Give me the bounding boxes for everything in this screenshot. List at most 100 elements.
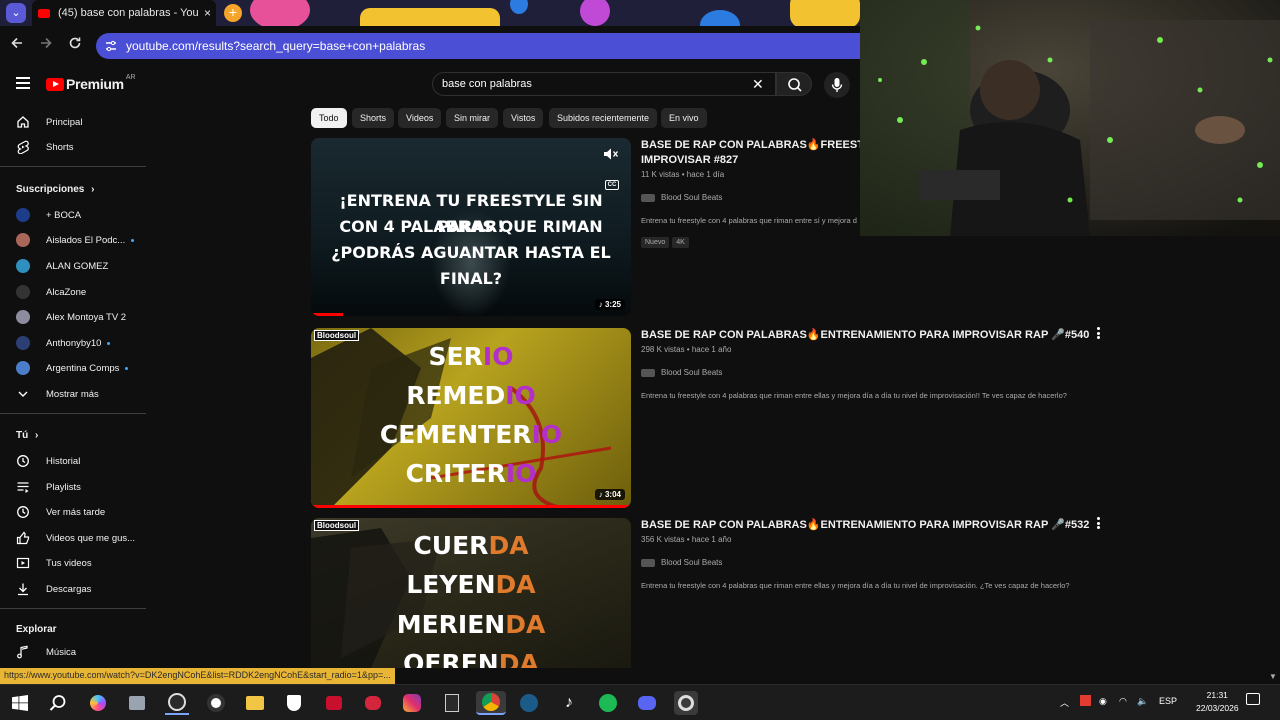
avatar [16, 208, 30, 222]
more-actions-icon[interactable] [1096, 517, 1100, 529]
music-icon [16, 645, 30, 659]
tab-close-button[interactable]: × [204, 6, 211, 20]
thumbnail-text-line: ¿PODRÁS AGUANTAR HASTA EL FINAL? [331, 243, 611, 288]
sidebar-item-subscription[interactable]: Alex Montoya TV 2 [0, 305, 146, 329]
video-title[interactable]: BASE DE RAP CON PALABRAS🔥FREESTYL IMPROVI… [641, 138, 860, 168]
sidebar-item-home[interactable]: Principal [0, 110, 146, 134]
sidebar-item-subscription[interactable]: Aislados El Podc... [0, 228, 146, 252]
copilot-app[interactable] [86, 691, 110, 715]
volume-icon[interactable]: 🔈 [1137, 696, 1148, 707]
sidebar-item-shorts[interactable]: Shorts [0, 135, 146, 159]
subscriptions-heading[interactable]: Suscripciones › [16, 184, 94, 195]
thumbnail-brand-logo: Bloodsoul [314, 520, 360, 531]
video-thumbnail[interactable]: Bloodsoul SERIO REMEDIO CEMENTERIO CRITE… [311, 328, 631, 508]
obs-app[interactable] [165, 691, 189, 715]
clock[interactable]: 21:31 22/03/2026 [1196, 689, 1239, 715]
sidebar-item-your-videos[interactable]: Tus videos [0, 551, 146, 575]
address-bar[interactable]: youtube.com/results?search_query=base+co… [96, 33, 860, 59]
scroll-down-arrow-icon[interactable]: ▼ [1269, 672, 1277, 681]
sidebar: Principal Shorts Suscripciones › + BOCA … [0, 108, 150, 672]
discord-app[interactable] [635, 691, 659, 715]
video-thumbnail[interactable]: ¡ENTRENA TU FREESTYLE SIN PARAR! CON 4 P… [311, 138, 631, 316]
forward-button[interactable] [37, 36, 55, 54]
chrome-app[interactable] [476, 691, 506, 715]
tray-app-icon[interactable] [1080, 695, 1091, 706]
steam-app[interactable] [517, 691, 541, 715]
start-button[interactable] [8, 691, 32, 715]
sidebar-item-subscription[interactable]: AlcaZone [0, 280, 146, 304]
wifi-icon[interactable]: ◠ [1119, 696, 1127, 707]
app-button[interactable] [361, 691, 385, 715]
menu-icon[interactable] [16, 77, 30, 89]
shield-icon [287, 695, 301, 711]
sidebar-item-history[interactable]: Historial [0, 449, 146, 473]
search-input[interactable]: base con palabras [432, 72, 776, 96]
file-manager-app[interactable] [125, 691, 149, 715]
word-rhyme: DA [498, 649, 539, 668]
discord-tray-icon[interactable]: ◉ [1099, 696, 1107, 707]
sidebar-item-music[interactable]: Música [0, 640, 146, 664]
instagram-app[interactable] [400, 691, 424, 715]
closed-captions-button[interactable]: CC [605, 180, 619, 190]
clear-search-button[interactable]: ✕ [752, 76, 764, 93]
chip-en-vivo[interactable]: En vivo [661, 108, 707, 128]
show-more-button[interactable]: Mostrar más [0, 382, 146, 406]
language-indicator[interactable]: ESP [1159, 696, 1177, 706]
word-rhyme: IO [505, 381, 536, 410]
tiktok-app[interactable]: ♪ [557, 691, 581, 715]
channel-link[interactable]: Blood Soul Beats [641, 558, 1091, 567]
channel-link[interactable]: Blood Soul Beats [641, 368, 1091, 377]
sidebar-item-subscription[interactable]: Anthonyby10 [0, 331, 146, 355]
app-button[interactable] [322, 691, 346, 715]
video-title[interactable]: BASE DE RAP CON PALABRAS🔥ENTRENAMIENTO P… [641, 518, 1091, 533]
youtube-logo[interactable]: Premium AR [46, 74, 136, 92]
chip-shorts[interactable]: Shorts [352, 108, 395, 128]
search-button[interactable] [46, 691, 70, 715]
voice-search-button[interactable] [824, 72, 850, 98]
sidebar-item-downloads[interactable]: Descargas [0, 577, 146, 601]
tab-search-button[interactable]: ⌄ [6, 3, 26, 23]
channel-avatar [641, 558, 655, 567]
epic-games-app[interactable] [440, 691, 464, 715]
app-button[interactable] [674, 691, 698, 715]
tab-title: (45) base con palabras - YouTube [58, 7, 198, 19]
file-explorer-app[interactable] [243, 691, 267, 715]
show-hidden-icons-button[interactable]: ︿ [1060, 696, 1069, 709]
you-heading[interactable]: Tú › [16, 430, 38, 441]
sidebar-item-subscription[interactable]: Argentina Comps [0, 356, 146, 380]
word-base: REMED [406, 381, 506, 410]
spotify-app[interactable] [596, 691, 620, 715]
tab-bar-decoration [360, 8, 500, 26]
channel-link[interactable]: Blood Soul Beats [641, 193, 860, 202]
video-title[interactable]: BASE DE RAP CON PALABRAS🔥ENTRENAMIENTO P… [641, 328, 1091, 343]
epic-games-icon [445, 694, 459, 712]
back-button[interactable] [8, 36, 26, 54]
site-settings-icon[interactable] [104, 39, 118, 53]
search-button[interactable] [776, 72, 812, 96]
sidebar-item-subscription[interactable]: ALAN GOMEZ [0, 254, 146, 278]
video-thumbnail[interactable]: Bloodsoul CUERDA LEYENDA MERIENDA OFREND… [311, 518, 631, 668]
sidebar-item-label: AlcaZone [46, 286, 87, 298]
sidebar-item-liked-videos[interactable]: Videos que me gus... [0, 526, 146, 550]
chip-subidos-recientemente[interactable]: Subidos recientemente [549, 108, 658, 128]
notification-icon[interactable] [1246, 693, 1260, 705]
mute-button[interactable] [603, 147, 619, 161]
app-button[interactable] [204, 691, 228, 715]
chip-vistos[interactable]: Vistos [503, 108, 544, 128]
sidebar-item-playlists[interactable]: Playlists [0, 475, 146, 499]
security-app[interactable] [282, 691, 306, 715]
word-base: MERIEN [396, 610, 506, 639]
new-tab-button[interactable]: + [224, 4, 242, 22]
sidebar-item-label: Aislados El Podc... [46, 234, 126, 246]
chip-videos[interactable]: Videos [398, 108, 442, 128]
avatar [16, 361, 30, 375]
more-actions-icon[interactable] [1096, 327, 1100, 339]
tab-youtube[interactable]: (45) base con palabras - YouTube × [32, 0, 216, 26]
sidebar-item-watch-later[interactable]: Ver más tarde [0, 500, 146, 524]
arrow-right-icon [41, 37, 52, 49]
chip-todo[interactable]: Todo [311, 108, 347, 128]
reload-button[interactable] [66, 36, 84, 54]
chip-sin-mirar[interactable]: Sin mirar [446, 108, 499, 128]
sidebar-item-subscription[interactable]: + BOCA [0, 203, 146, 227]
sidebar-divider [0, 166, 146, 167]
